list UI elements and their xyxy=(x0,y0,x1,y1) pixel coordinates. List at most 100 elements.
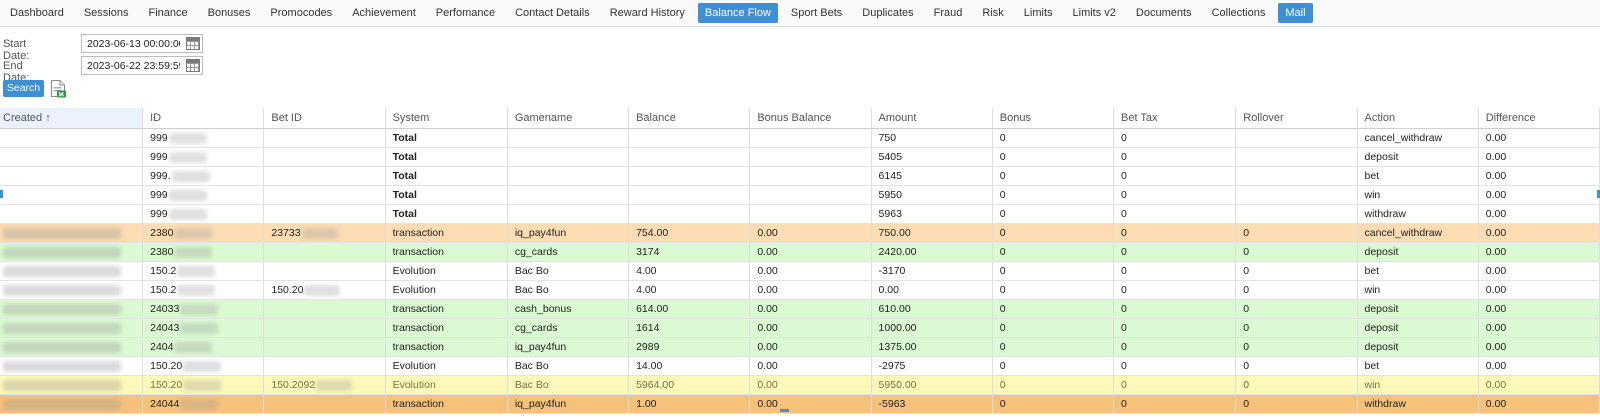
end-date-input[interactable] xyxy=(81,56,203,75)
tab-sessions[interactable]: Sessions xyxy=(77,3,136,23)
cell-text: 1.00 xyxy=(636,398,657,410)
tab-mail[interactable]: Mail xyxy=(1278,3,1313,23)
cell-text: cancel_withdraw xyxy=(1364,227,1443,239)
cell-text: cancel_withdraw xyxy=(1364,132,1443,144)
table-row[interactable]: 999 Total 5950 0 0 win 0.00 xyxy=(0,185,1600,205)
table-row[interactable]: 999 Total 5405 0 0 deposit 0.00 xyxy=(0,147,1600,167)
column-header[interactable]: Action xyxy=(1357,108,1479,129)
column-header[interactable]: Bonus xyxy=(992,108,1115,129)
tab-limits-v2[interactable]: Limits v2 xyxy=(1066,3,1123,23)
redacted-value xyxy=(174,341,213,353)
cell-bet-tax: 0 xyxy=(1113,166,1237,186)
cell-balance: 2989 xyxy=(628,337,751,357)
cell-difference: 0.00 xyxy=(1478,204,1600,224)
cell-created xyxy=(0,375,144,395)
tab-fraud[interactable]: Fraud xyxy=(927,3,970,23)
cell-gamename: iq_pay4fun xyxy=(507,223,630,243)
cell-bet-tax: 0 xyxy=(1113,299,1237,319)
table-row[interactable]: 2404 transaction iq_pay4fun 2989 0.00 1375.00… xyxy=(0,337,1600,357)
table-row[interactable]: 24043 transaction cg_cards 1614 0.00 1000.00 0… xyxy=(0,318,1600,338)
cell-bonus: 0 xyxy=(992,128,1115,148)
table-row[interactable]: 150.2 150.20 Evolution Bac Bo 4.00 0.00 0.00 0 0… xyxy=(0,280,1600,300)
cell-text: 0.00 xyxy=(878,284,899,296)
cell-text: 0.00 xyxy=(1485,341,1507,353)
table-row[interactable]: 999 Total 5963 0 0 withdraw 0.00 xyxy=(0,204,1600,224)
tab-perfomance[interactable]: Perfomance xyxy=(429,3,502,23)
tab-documents[interactable]: Documents xyxy=(1129,3,1199,23)
column-header[interactable]: Gamename xyxy=(507,108,630,129)
cell-id: 2404 xyxy=(142,337,265,357)
cell-text: 0.00 xyxy=(1485,284,1507,296)
column-header[interactable]: Bet ID xyxy=(263,108,386,129)
scroll-marker-left[interactable] xyxy=(0,190,3,198)
tab-balance-flow[interactable]: Balance Flow xyxy=(697,3,778,23)
calendar-icon[interactable] xyxy=(186,59,200,72)
table-row[interactable]: 999 Total 750 0 0 cancel_withdraw 0.00 xyxy=(0,128,1600,148)
cell-bet-tax: 0 xyxy=(1113,147,1237,167)
column-header[interactable]: Bet Tax xyxy=(1113,108,1237,129)
cell-action: deposit xyxy=(1357,318,1479,338)
cell-text: 4.00 xyxy=(636,284,657,296)
column-header[interactable]: Balance xyxy=(628,108,751,129)
calendar-icon[interactable] xyxy=(186,37,200,50)
column-header[interactable]: Bonus Balance xyxy=(749,108,872,129)
table-row[interactable]: 2380 23733 transaction iq_pay4fun 754.00 0.00… xyxy=(0,223,1600,243)
table-row[interactable]: 150.2 Evolution Bac Bo 4.00 0.00 -3170 0 0 0 bet 0… xyxy=(0,261,1600,281)
cell-text: Bac Bo xyxy=(514,360,549,372)
tab-dashboard[interactable]: Dashboard xyxy=(3,3,71,23)
tab-collections[interactable]: Collections xyxy=(1205,3,1273,23)
cell-text: 5405 xyxy=(878,151,902,163)
table-row[interactable]: 24033 transaction cash_bonus 614.00 0.00 610.… xyxy=(0,299,1600,319)
table-row[interactable]: 150.20 150.2092 Evolution Bac Bo 5964.00 0.00… xyxy=(0,375,1600,395)
cell-text: 754.00 xyxy=(636,227,669,239)
resize-handle[interactable] xyxy=(780,409,789,412)
cell-text: 0 xyxy=(1121,208,1127,220)
table-row[interactable]: 2380 transaction cg_cards 3174 0.00 2420.00 0 0… xyxy=(0,242,1600,262)
tab-reward-history[interactable]: Reward History xyxy=(603,3,692,23)
cell-text: Evolution xyxy=(392,379,436,391)
tab-achievement[interactable]: Achievement xyxy=(345,3,423,23)
start-date-input[interactable] xyxy=(81,34,203,53)
cell-bet-id xyxy=(263,185,386,205)
cell-text: 0.00 xyxy=(1485,246,1507,258)
search-button[interactable]: Search xyxy=(3,80,44,97)
cell-bonus-balance: 0.00 xyxy=(749,280,872,300)
column-header[interactable]: Created ↑ xyxy=(0,108,144,129)
column-header[interactable]: Rollover xyxy=(1235,108,1358,129)
cell-action: bet xyxy=(1357,261,1479,281)
cell-gamename: Bac Bo xyxy=(507,375,630,395)
column-header[interactable]: Difference xyxy=(1478,108,1600,129)
start-date-label: Start Date: xyxy=(3,38,30,62)
table-row[interactable]: 999. Total 6145 0 0 bet 0.00 xyxy=(0,166,1600,186)
tab-finance[interactable]: Finance xyxy=(141,3,194,23)
cell-id: 24043 xyxy=(142,318,265,338)
cell-bet-id xyxy=(263,337,386,357)
tab-bonuses[interactable]: Bonuses xyxy=(201,3,258,23)
cell-bonus-balance xyxy=(749,128,872,148)
cell-id: 999 xyxy=(142,147,265,167)
column-header[interactable]: Amount xyxy=(871,108,993,129)
tab-risk[interactable]: Risk xyxy=(975,3,1010,23)
table-row[interactable]: 150.20 Evolution Bac Bo 14.00 0.00 -2975 0 0 0 be… xyxy=(0,356,1600,376)
cell-amount: 5963 xyxy=(871,204,993,224)
tab-sport-bets[interactable]: Sport Bets xyxy=(784,3,849,23)
cell-action: win xyxy=(1357,185,1479,205)
excel-export-icon[interactable] xyxy=(50,79,66,98)
redacted-value xyxy=(3,322,121,334)
table-row[interactable]: 24044 transaction iq_pay4fun 1.00 0.00 -5963 0… xyxy=(0,394,1600,414)
tab-duplicates[interactable]: Duplicates xyxy=(855,3,920,23)
cell-text: 0 xyxy=(1243,398,1250,410)
tab-limits[interactable]: Limits xyxy=(1017,3,1060,23)
column-header[interactable]: ID xyxy=(142,108,265,129)
cell-text: cg_cards xyxy=(514,322,558,334)
redacted-value xyxy=(3,227,121,239)
column-header[interactable]: System xyxy=(385,108,508,129)
cell-balance: 614.00 xyxy=(628,299,751,319)
cell-difference: 0.00 xyxy=(1478,375,1600,395)
cell-text: 0 xyxy=(999,208,1006,220)
tab-promocodes[interactable]: Promocodes xyxy=(263,3,339,23)
cell-text: 1000.00 xyxy=(878,322,917,334)
tab-contact-details[interactable]: Contact Details xyxy=(508,3,597,23)
cell-rollover: 0 xyxy=(1235,337,1358,357)
cell-difference: 0.00 xyxy=(1478,394,1600,414)
